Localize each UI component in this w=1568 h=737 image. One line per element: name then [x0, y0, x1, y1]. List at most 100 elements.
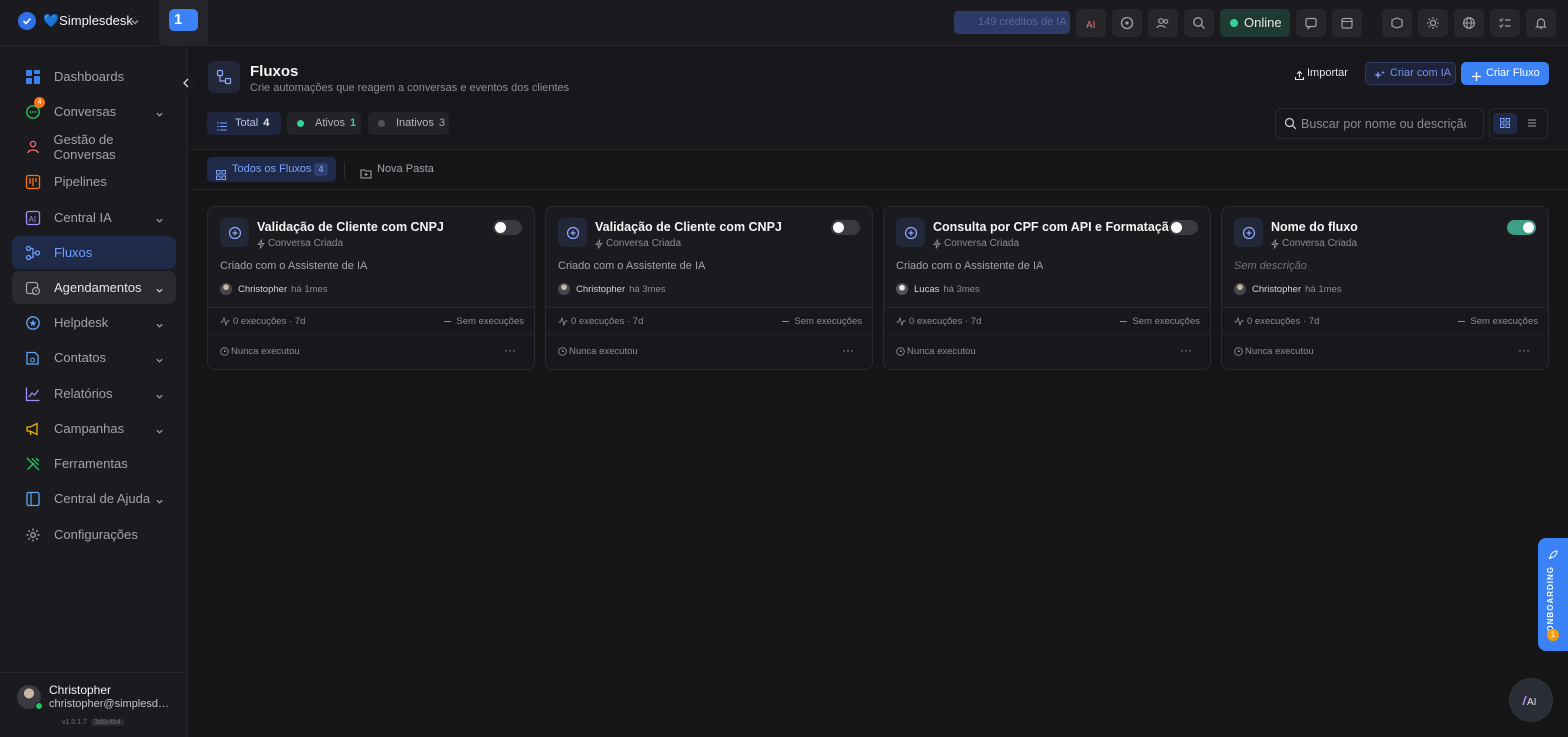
create-with-ai-button[interactable]: Criar com IA	[1365, 62, 1456, 85]
sidebar-item-contatos[interactable]: Contatos	[12, 341, 176, 374]
sidebar-item-label: Helpdesk	[54, 315, 109, 330]
sidebar-item-configuracoes[interactable]: Configurações	[12, 518, 176, 551]
flow-stats: 0 execuções · 7d Sem execuções Nunca exe…	[1222, 307, 1548, 369]
list-icon	[1527, 116, 1537, 131]
sidebar-item-label: Relatórios	[54, 386, 113, 401]
coffee-icon	[24, 138, 42, 156]
sidebar-item-pipelines[interactable]: Pipelines	[12, 165, 176, 198]
filter-active[interactable]: Ativos 1	[287, 112, 361, 135]
folder-label: Todos os Fluxos	[232, 163, 312, 175]
sidebar-item-campanhas[interactable]: Campanhas	[12, 412, 176, 445]
sidebar-item-label: Campanhas	[54, 421, 125, 436]
flow-card[interactable]: Nome do fluxo Conversa Criada Sem descri…	[1221, 206, 1549, 370]
sidebar-item-relatorios[interactable]: Relatórios	[12, 377, 176, 410]
create-flow-button[interactable]: Criar Fluxo	[1461, 62, 1549, 85]
online-status-button[interactable]: Online	[1220, 9, 1290, 37]
globe-icon[interactable]	[1454, 9, 1484, 37]
grid-view-button[interactable]	[1493, 113, 1517, 134]
page-title: Fluxos	[250, 63, 299, 80]
activity-icon	[558, 316, 568, 329]
divider	[546, 334, 872, 335]
chevron-down-icon[interactable]	[130, 15, 140, 30]
sidebar-item-conversas[interactable]: 4 Conversas	[12, 95, 176, 128]
flow-author: Lucas há 3mes	[896, 283, 980, 296]
sidebar-item-gestao[interactable]: Gestão de Conversas	[12, 130, 176, 163]
folder-all-flows[interactable]: Todos os Fluxos 4	[207, 157, 336, 182]
sidebar-item-dashboards[interactable]: Dashboards	[12, 60, 176, 93]
more-options-icon[interactable]: ···	[1518, 343, 1530, 357]
flow-title: Validação de Cliente com CNPJ	[257, 220, 444, 234]
main-content: Fluxos Crie automações que reagem a conv…	[191, 46, 1568, 737]
sidebar-item-central-ajuda[interactable]: Central de Ajuda	[12, 482, 176, 515]
sidebar-item-label: Central IA	[54, 210, 112, 225]
folder-bar: Todos os Fluxos 4 Nova Pasta	[191, 150, 1568, 190]
flow-stats: 0 execuções · 7d Sem execuções Nunca exe…	[546, 307, 872, 369]
calendar-icon[interactable]	[1332, 9, 1362, 37]
more-options-icon[interactable]: ···	[842, 343, 854, 357]
workspace-switcher[interactable]: 💙Simplesdesk	[18, 12, 133, 30]
flow-trigger: Conversa Criada	[933, 238, 1019, 249]
flow-card[interactable]: Consulta por CPF com API e Formatação Co…	[883, 206, 1211, 370]
user-email: christopher@simplesdesk.com	[49, 698, 171, 710]
user-name: Christopher	[49, 683, 112, 697]
book-icon	[24, 490, 42, 508]
sun-icon[interactable]	[1418, 9, 1448, 37]
checklist-icon[interactable]	[1490, 9, 1520, 37]
gear-icon	[24, 526, 42, 544]
sidebar-item-label: Pipelines	[54, 174, 107, 189]
svg-text:AI: AI	[29, 215, 37, 224]
sidebar-item-central-ia[interactable]: AI Central IA	[12, 201, 176, 234]
users-icon[interactable]	[1148, 9, 1178, 37]
ai-assistant-fab[interactable]: AI	[1509, 678, 1553, 722]
more-options-icon[interactable]: ···	[1180, 343, 1192, 357]
brand-logo-icon	[18, 12, 36, 30]
flow-active-toggle[interactable]	[493, 220, 522, 235]
sidebar-item-helpdesk[interactable]: Helpdesk	[12, 306, 176, 339]
flow-no-executions: Sem execuções	[1120, 316, 1200, 327]
chart-line-icon	[24, 385, 42, 403]
sidebar-item-label: Gestão de Conversas	[53, 131, 116, 162]
bell-icon[interactable]	[1526, 9, 1556, 37]
tools-icon	[24, 455, 42, 473]
kanban-icon	[24, 173, 42, 191]
flow-card[interactable]: Validação de Cliente com CNPJ Conversa C…	[207, 206, 535, 370]
new-folder-button[interactable]: Nova Pasta	[360, 157, 434, 182]
filter-inactive[interactable]: Inativos 3	[368, 112, 449, 135]
flow-updated-ago: há 1mes	[291, 284, 328, 295]
plus-icon	[1471, 68, 1482, 91]
flow-active-toggle[interactable]	[831, 220, 860, 235]
search-input[interactable]	[1301, 115, 1466, 133]
import-button[interactable]: Importar	[1289, 62, 1353, 85]
user-profile[interactable]: Christopher christopher@simplesdesk.com …	[0, 672, 188, 737]
target-icon[interactable]	[1112, 9, 1142, 37]
flow-trigger: Conversa Criada	[1271, 238, 1357, 249]
ai-assistant-button[interactable]: AI	[1076, 9, 1106, 37]
clock-icon	[1234, 347, 1243, 359]
inbox-heart-icon[interactable]	[1382, 9, 1412, 37]
more-options-icon[interactable]: ···	[504, 343, 516, 357]
filter-total[interactable]: Total 4	[207, 112, 281, 135]
onboarding-tab[interactable]: ONBOARDING 1	[1538, 538, 1568, 651]
chevron-down-icon	[155, 107, 164, 122]
collapse-sidebar-button[interactable]	[178, 74, 194, 92]
flow-title: Nome do fluxo	[1271, 220, 1358, 234]
flow-description: Criado com o Assistente de IA	[220, 260, 368, 272]
clock-icon	[558, 347, 567, 359]
search-icon[interactable]	[1184, 9, 1214, 37]
ai-credits-button[interactable]: 149 créditos de IA	[954, 11, 1070, 34]
clock-icon	[896, 347, 905, 359]
flow-active-toggle[interactable]	[1507, 220, 1536, 235]
search-icon	[1284, 117, 1297, 133]
sidebar-item-ferramentas[interactable]: Ferramentas	[12, 447, 176, 480]
workspace-tab[interactable]: 1	[159, 0, 208, 46]
sidebar-item-agendamentos[interactable]: Agendamentos	[12, 271, 176, 304]
message-icon[interactable]	[1296, 9, 1326, 37]
create-flow-label: Criar Fluxo	[1486, 67, 1540, 79]
sidebar-item-fluxos[interactable]: Fluxos	[12, 236, 176, 269]
list-view-button[interactable]	[1520, 113, 1544, 134]
workspace-name: 💙Simplesdesk	[43, 13, 133, 28]
flow-active-toggle[interactable]	[1169, 220, 1198, 235]
bolt-icon	[257, 239, 265, 252]
flow-no-executions: Sem execuções	[444, 316, 524, 327]
flow-card[interactable]: Validação de Cliente com CNPJ Conversa C…	[545, 206, 873, 370]
